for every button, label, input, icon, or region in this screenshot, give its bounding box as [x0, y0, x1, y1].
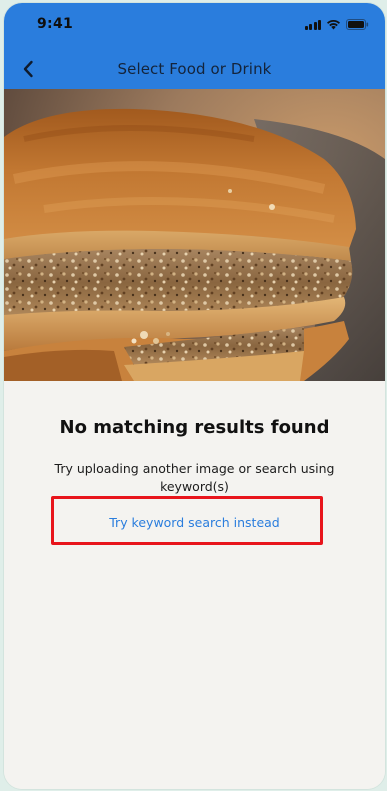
no-results-message: Try uploading another image or search us…	[54, 461, 335, 494]
battery-icon	[346, 19, 369, 30]
page-title: Select Food or Drink	[117, 60, 272, 78]
status-bar: 9:41	[4, 3, 385, 47]
status-time: 9:41	[37, 16, 74, 32]
phone-screen: 9:41 Select Food or Drink No matching re…	[4, 3, 385, 789]
result-panel: No matching results found Try uploading …	[4, 381, 385, 789]
keyword-search-link[interactable]: Try keyword search instead	[4, 515, 385, 530]
no-results-heading: No matching results found	[59, 417, 330, 438]
status-icons	[304, 18, 370, 30]
wifi-icon	[326, 19, 341, 30]
uploaded-food-image	[4, 89, 385, 381]
signal-icon	[304, 20, 321, 30]
navigation-bar: Select Food or Drink	[4, 47, 385, 89]
